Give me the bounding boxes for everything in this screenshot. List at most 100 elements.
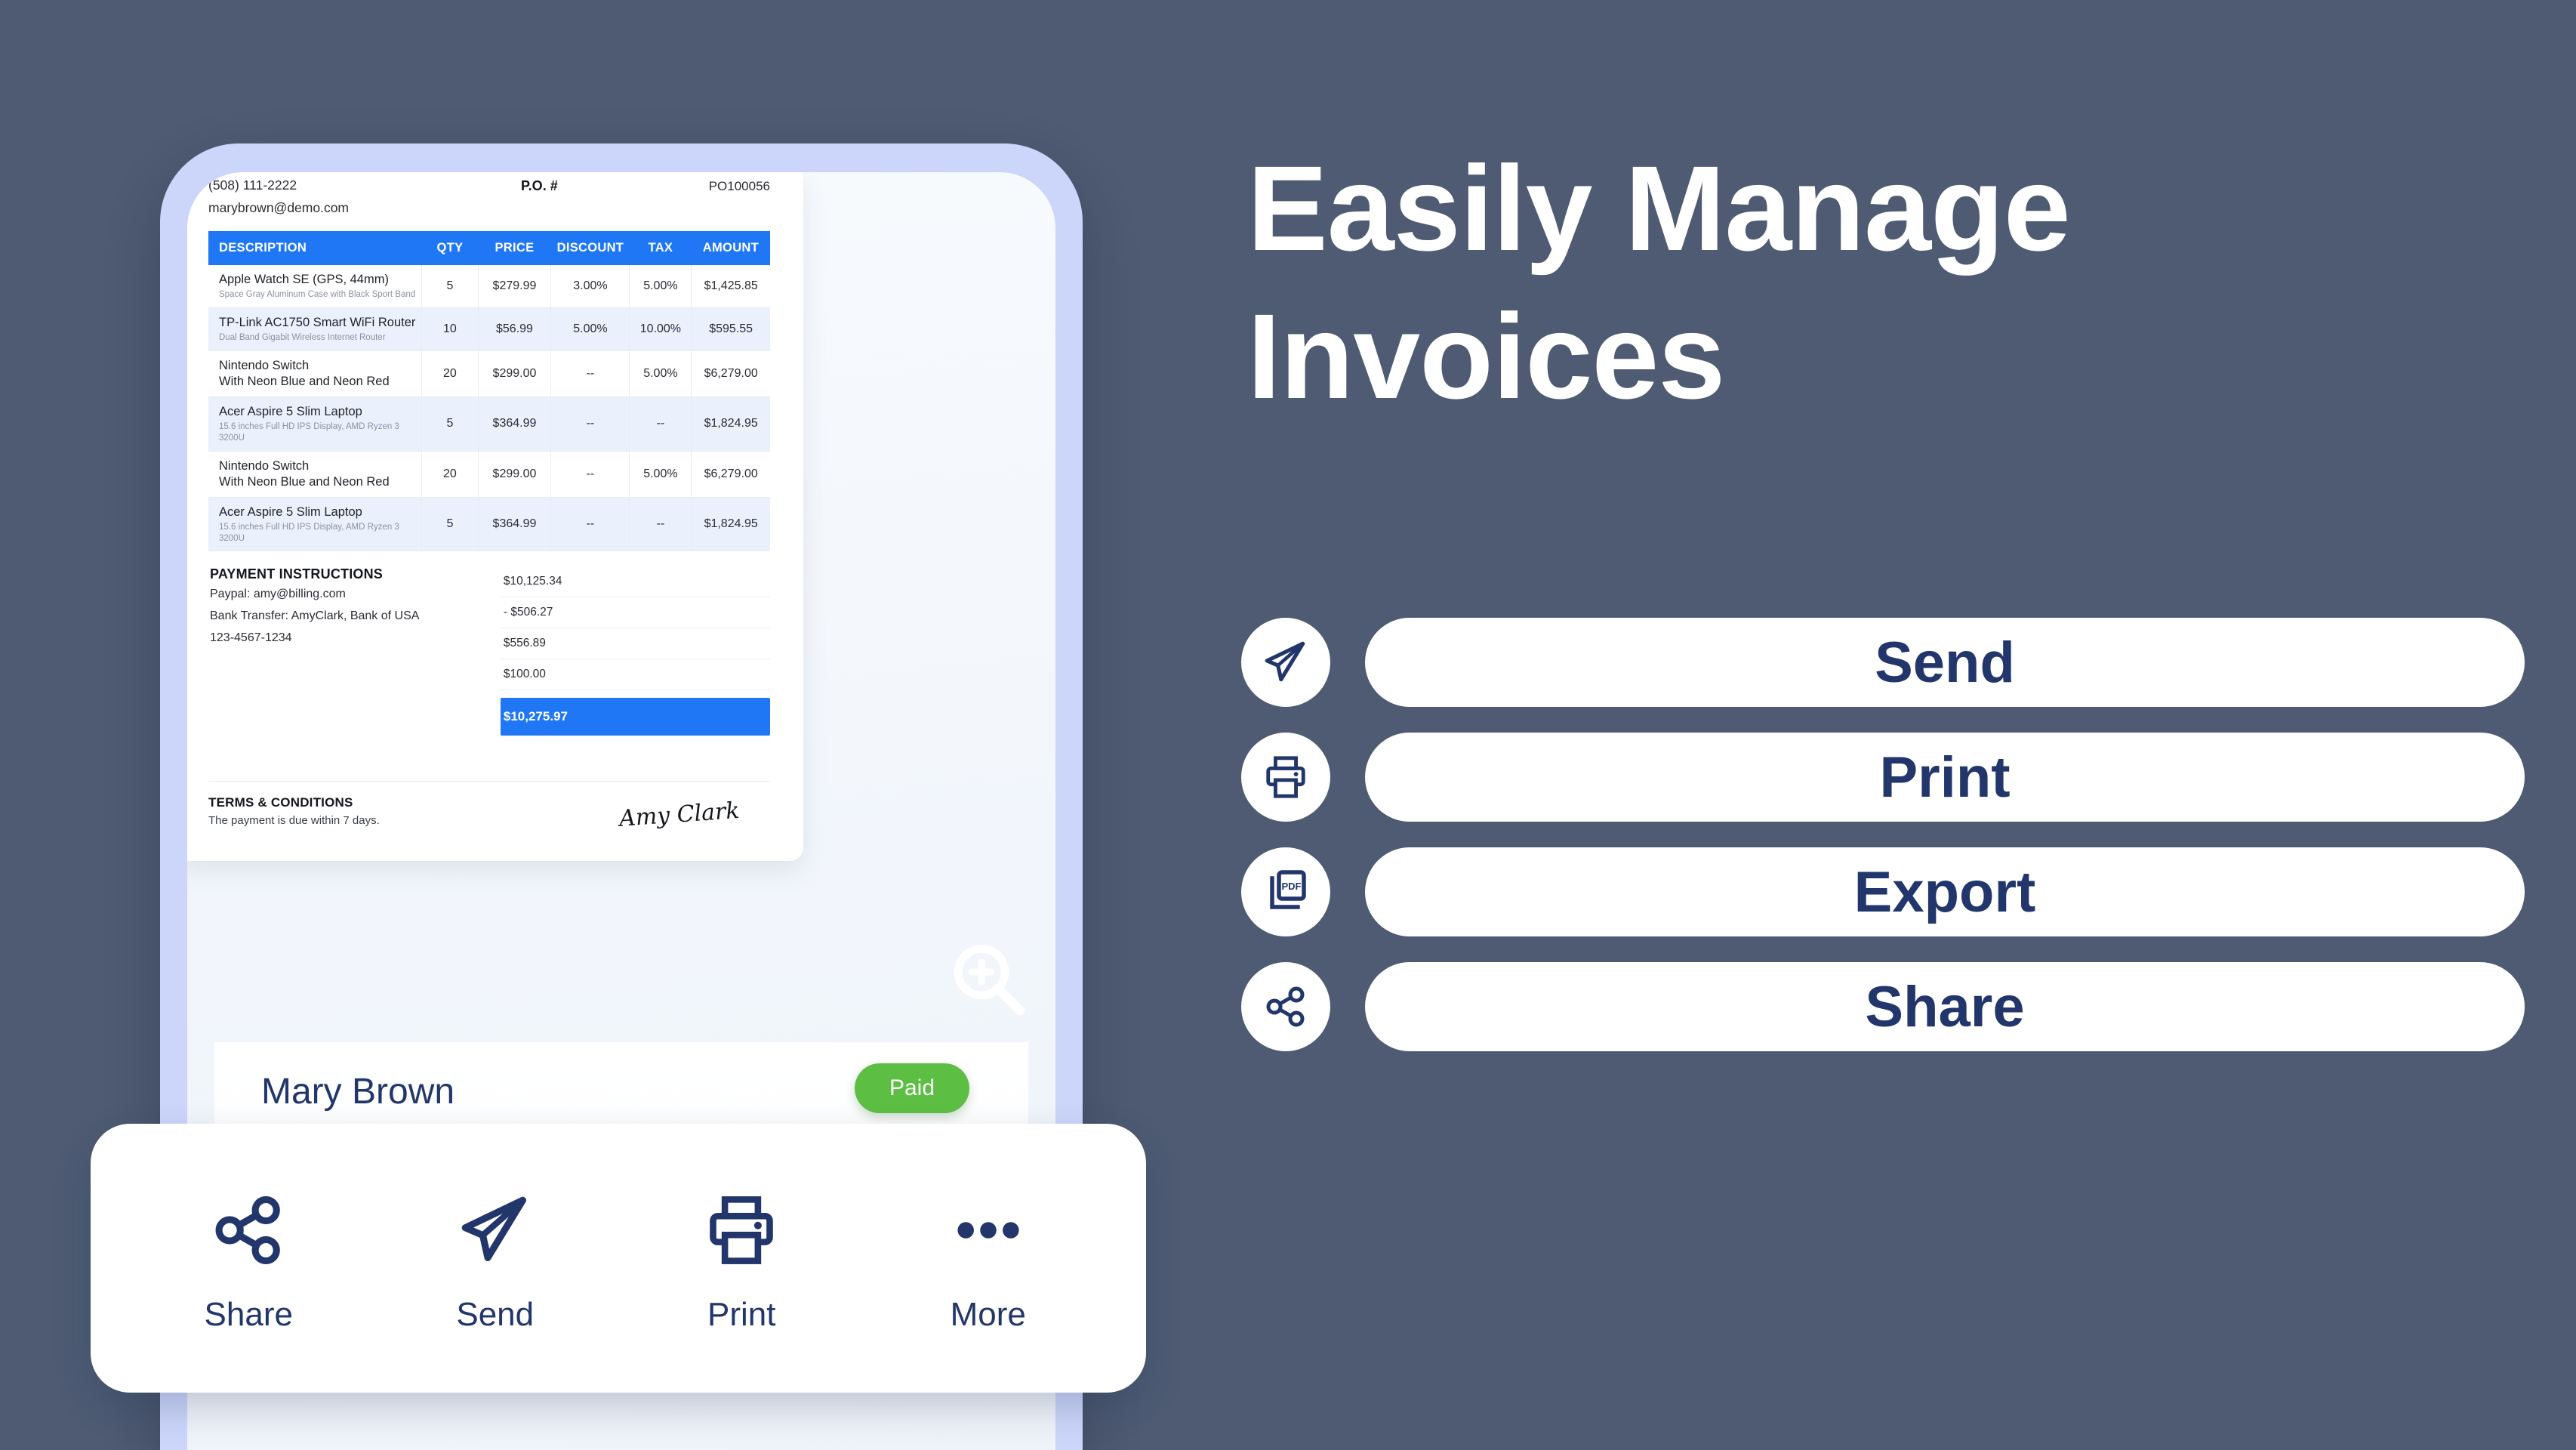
cell-price: $299.00 <box>478 451 552 498</box>
item-name: Acer Aspire 5 Slim Laptop <box>219 504 362 519</box>
invoice-email: marybrown@demo.com <box>208 200 350 216</box>
promo-row-share: Share <box>1241 962 2525 1051</box>
col-discount: DISCOUNT <box>550 231 630 266</box>
share-nodes-icon <box>208 1183 288 1278</box>
cell-discount: 5.00% <box>550 307 630 351</box>
cell-tax: 5.00% <box>629 350 692 398</box>
invoice-phone: (508) 111-2222 <box>208 177 297 193</box>
cell-description: Apple Watch SE (GPS, 44mm) Space Gray Alu… <box>208 265 423 309</box>
zoom-in-icon[interactable] <box>946 936 1034 1024</box>
item-subtitle: Space Gray Aluminum Case with Black Spor… <box>219 290 416 300</box>
terms-text: The payment is due within 7 days. <box>208 814 380 828</box>
page-title: Easily Manage Invoices <box>1247 148 2531 417</box>
promo-row-print: Print <box>1241 733 2525 822</box>
item-subtitle: With Neon Blue and Neon Red <box>219 375 390 389</box>
payment-line-1: Paypal: amy@billing.com <box>210 588 346 601</box>
cell-price: $364.99 <box>478 396 552 452</box>
invoice-line-items-table: DESCRIPTION QTY PRICE DISCOUNT TAX AMOUN… <box>208 231 770 552</box>
terms-title: TERMS & CONDITIONS <box>208 795 353 810</box>
headline-line-1: Easily Manage <box>1247 140 2071 276</box>
svg-text:PDF: PDF <box>1282 881 1302 892</box>
col-description: DESCRIPTION <box>208 231 422 266</box>
send-paper-plane-icon <box>455 1183 535 1278</box>
cell-price: $279.99 <box>478 265 552 309</box>
share-button-label: Share <box>1865 974 2025 1039</box>
table-row: TP-Link AC1750 Smart WiFi Router Dual Ban… <box>208 307 770 351</box>
action-share-label: Share <box>204 1296 293 1333</box>
po-value: PO100056 <box>708 179 770 194</box>
headline-line-2: Invoices <box>1247 288 1725 424</box>
print-button[interactable]: Print <box>1365 733 2525 822</box>
share-button[interactable]: Share <box>1365 962 2525 1051</box>
cell-tax: 5.00% <box>629 451 692 498</box>
total-row: TAX(VAT 5.5%)$556.89 <box>500 628 770 660</box>
table-row: Nintendo Switch With Neon Blue and Neon R… <box>208 451 770 498</box>
total-value: $10,125.34 <box>503 575 562 588</box>
action-share[interactable]: Share <box>173 1183 324 1334</box>
item-subtitle: 15.6 inches Full HD IPS Display, AMD Ryz… <box>219 422 399 443</box>
item-subtitle: With Neon Blue and Neon Red <box>219 474 390 489</box>
send-button[interactable]: Send <box>1365 618 2525 707</box>
cell-price: $299.00 <box>478 350 552 398</box>
cell-description: Acer Aspire 5 Slim Laptop 15.6 inches Ful… <box>208 497 423 552</box>
cell-qty: 5 <box>421 396 479 452</box>
cell-amount: $1,824.95 <box>691 396 770 452</box>
item-subtitle: Dual Band Gigabit Wireless Internet Rout… <box>219 333 386 343</box>
item-name: Acer Aspire 5 Slim Laptop <box>219 405 362 419</box>
cell-qty: 20 <box>421 350 479 398</box>
cell-amount: $595.55 <box>691 307 770 351</box>
cell-discount: -- <box>550 396 630 452</box>
export-button-label: Export <box>1853 859 2036 924</box>
share-nodes-icon <box>1241 962 1330 1051</box>
total-value: $100.00 <box>503 668 546 681</box>
action-print[interactable]: Print <box>666 1183 817 1334</box>
table-row: Acer Aspire 5 Slim Laptop 15.6 inches Ful… <box>208 497 770 552</box>
cell-qty: 10 <box>421 307 479 351</box>
printer-icon <box>704 1183 779 1278</box>
more-dots-icon <box>948 1183 1028 1278</box>
col-tax: TAX <box>629 231 692 266</box>
cell-description: Nintendo Switch With Neon Blue and Neon R… <box>208 451 423 498</box>
cell-discount: 3.00% <box>550 265 630 309</box>
item-name: Apple Watch SE (GPS, 44mm) <box>219 273 389 287</box>
col-amount: AMOUNT <box>691 231 770 266</box>
print-button-label: Print <box>1879 745 2011 810</box>
action-more-label: More <box>950 1296 1026 1333</box>
action-send-label: Send <box>456 1296 535 1333</box>
grand-total-value: $10,275.97 <box>503 709 568 724</box>
cell-amount: $6,279.00 <box>691 350 770 398</box>
invoice-preview-card[interactable]: Marlborough, MA 01752, United States (50… <box>187 172 803 861</box>
customer-name: Mary Brown <box>261 1072 455 1112</box>
payment-line-2: Bank Transfer: AmyClark, Bank of USA <box>210 609 420 623</box>
payment-title: PAYMENT INSTRUCTIONS <box>210 566 384 582</box>
cell-tax: 10.00% <box>629 307 692 351</box>
cell-price: $56.99 <box>478 307 552 351</box>
cell-qty: 20 <box>421 451 479 498</box>
due-date-value: 01/02/2021 <box>706 172 770 174</box>
cell-amount: $1,425.85 <box>691 265 770 309</box>
promo-button-list: Send Print PDF Export Share <box>1241 618 2525 1077</box>
action-more[interactable]: More <box>913 1183 1064 1334</box>
action-send[interactable]: Send <box>420 1183 571 1334</box>
total-row: SUBTOTAL$10,125.34 <box>500 566 770 598</box>
cell-description: Acer Aspire 5 Slim Laptop 15.6 inches Ful… <box>208 396 423 452</box>
total-value: $556.89 <box>503 637 546 650</box>
terms-and-conditions: TERMS & CONDITIONS The payment is due wi… <box>208 781 770 832</box>
cell-discount: -- <box>550 451 630 498</box>
floating-action-bar: Share Send Print More <box>91 1124 1146 1393</box>
export-button[interactable]: Export <box>1365 847 2525 936</box>
send-paper-plane-icon <box>1241 618 1330 707</box>
status-badge: Paid <box>854 1063 969 1113</box>
send-button-label: Send <box>1875 630 2015 695</box>
total-row: DISCOUNT(5%)- $506.27 <box>500 597 770 629</box>
col-price: PRICE <box>478 231 551 266</box>
cell-qty: 5 <box>421 497 479 552</box>
printer-icon <box>1241 733 1330 822</box>
action-print-label: Print <box>707 1296 776 1333</box>
signature: Amy Clark <box>618 798 741 833</box>
pdf-icon: PDF <box>1241 847 1330 936</box>
invoice-meta-po: P.O. # PO100056 <box>521 174 770 198</box>
table-row: Apple Watch SE (GPS, 44mm) Space Gray Alu… <box>208 265 770 309</box>
invoice-totals: SUBTOTAL$10,125.34DISCOUNT(5%)- $506.27T… <box>500 566 770 736</box>
cell-qty: 5 <box>421 265 479 309</box>
